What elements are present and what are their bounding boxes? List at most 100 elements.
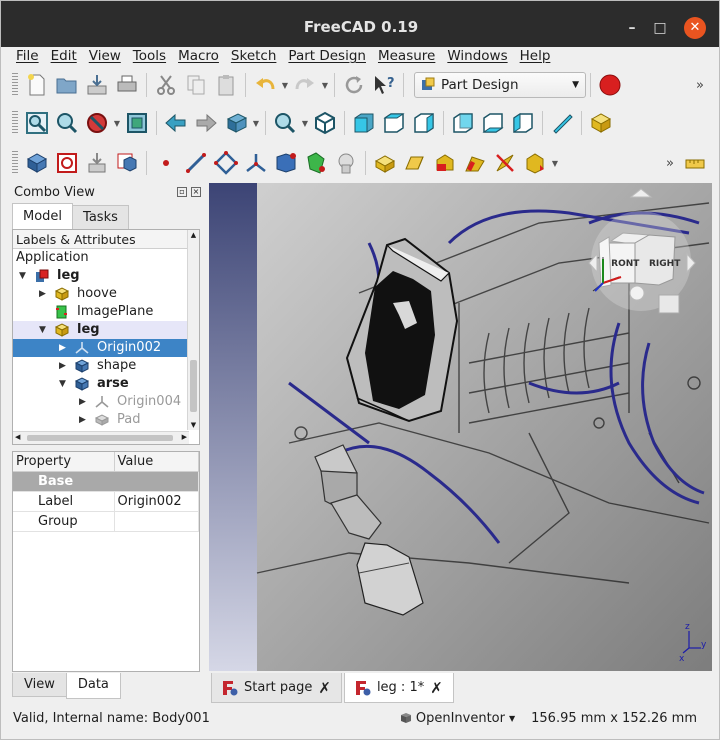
- isometric-icon[interactable]: [310, 108, 340, 138]
- datum-line-icon[interactable]: [181, 148, 211, 178]
- whats-this-icon[interactable]: ?: [369, 70, 399, 100]
- open-icon[interactable]: [52, 70, 82, 100]
- close-tab-icon[interactable]: ✗: [318, 679, 331, 697]
- collapsed-arrow-icon[interactable]: ▶: [39, 285, 46, 303]
- menu-tools[interactable]: Tools: [127, 47, 172, 67]
- copy-icon[interactable]: [181, 70, 211, 100]
- menu-measure[interactable]: Measure: [372, 47, 441, 67]
- property-value[interactable]: [114, 511, 199, 532]
- tab-view[interactable]: View: [12, 673, 67, 697]
- tree-item-leg-part[interactable]: ▼ leg: [13, 321, 199, 339]
- tab-start-page[interactable]: Start page ✗: [211, 673, 342, 703]
- expanded-arrow-icon[interactable]: ▼: [59, 375, 66, 393]
- tree-item-imageplane[interactable]: ImagePlane: [13, 303, 199, 321]
- expanded-arrow-icon[interactable]: ▼: [39, 321, 46, 339]
- zoom-icon[interactable]: [270, 108, 300, 138]
- part-icon[interactable]: [586, 108, 616, 138]
- tab-tasks[interactable]: Tasks: [72, 205, 129, 229]
- redo-dropdown-icon[interactable]: ▼: [320, 81, 330, 90]
- right-view-icon[interactable]: [409, 108, 439, 138]
- scrollbar-thumb[interactable]: [27, 435, 173, 441]
- close-panel-icon[interactable]: ×: [191, 187, 201, 197]
- close-window-button[interactable]: ✕: [684, 17, 706, 39]
- property-row[interactable]: Group: [13, 511, 199, 532]
- measure-linear-icon[interactable]: [680, 148, 710, 178]
- tab-leg-document[interactable]: leg : 1* ✗: [343, 673, 454, 703]
- bottom-view-icon[interactable]: [478, 108, 508, 138]
- tree-item-leg-document[interactable]: ▼ leg: [13, 267, 199, 285]
- bounding-box-icon[interactable]: [122, 108, 152, 138]
- toolbar-grip[interactable]: [12, 73, 18, 97]
- additive-helix-icon[interactable]: [490, 148, 520, 178]
- body-icon[interactable]: [22, 148, 52, 178]
- revolution-icon[interactable]: [400, 148, 430, 178]
- undo-icon[interactable]: [250, 70, 280, 100]
- toolbar-overflow-button[interactable]: »: [660, 156, 680, 171]
- import-icon[interactable]: [82, 70, 112, 100]
- print-icon[interactable]: [112, 70, 142, 100]
- rear-view-icon[interactable]: [448, 108, 478, 138]
- collapsed-arrow-icon[interactable]: ▶: [59, 357, 66, 375]
- property-column-header[interactable]: Property: [13, 452, 115, 472]
- additive-pipe-icon[interactable]: [460, 148, 490, 178]
- tree-item-origin002[interactable]: ▶ Origin002: [13, 339, 199, 357]
- navcube-menu-icon[interactable]: [629, 285, 645, 301]
- tab-data[interactable]: Data: [65, 673, 121, 699]
- navcube-view-menu-icon[interactable]: [658, 294, 680, 314]
- new-document-icon[interactable]: [22, 70, 52, 100]
- measure-icon[interactable]: [547, 108, 577, 138]
- scrollbar-thumb[interactable]: [190, 360, 197, 412]
- tree-item-origin004[interactable]: ▶ Origin004: [13, 393, 199, 411]
- tree-item-shape[interactable]: ▶ shape: [13, 357, 199, 375]
- clone-cs-icon[interactable]: [331, 148, 361, 178]
- undock-icon[interactable]: ▫: [177, 187, 187, 197]
- cut-icon[interactable]: [151, 70, 181, 100]
- menu-file[interactable]: File: [10, 47, 45, 67]
- front-view-icon[interactable]: [349, 108, 379, 138]
- collapsed-arrow-icon[interactable]: ▶: [79, 411, 86, 429]
- additive-loft-icon[interactable]: [430, 148, 460, 178]
- clone-icon[interactable]: [112, 148, 142, 178]
- collapsed-arrow-icon[interactable]: ▶: [59, 339, 66, 357]
- scroll-up-arrow-icon[interactable]: ▲: [188, 230, 199, 240]
- datum-plane-icon[interactable]: [211, 148, 241, 178]
- draw-style-dropdown-icon[interactable]: ▼: [112, 119, 122, 128]
- toolbar-grip[interactable]: [12, 111, 18, 135]
- toolbar-grip[interactable]: [12, 151, 18, 175]
- value-column-header[interactable]: Value: [114, 452, 199, 472]
- menu-sketch[interactable]: Sketch: [225, 47, 282, 67]
- forward-icon[interactable]: [191, 108, 221, 138]
- collapsed-arrow-icon[interactable]: ▶: [79, 393, 86, 411]
- property-group-row[interactable]: Base: [13, 471, 199, 492]
- scroll-left-arrow-icon[interactable]: ◀: [15, 433, 20, 441]
- menu-edit[interactable]: Edit: [45, 47, 83, 67]
- create-sketch-icon[interactable]: [52, 148, 82, 178]
- menu-help[interactable]: Help: [514, 47, 557, 67]
- local-cs-icon[interactable]: [241, 148, 271, 178]
- additive-primitive-dropdown-icon[interactable]: ▼: [550, 159, 560, 168]
- pad-icon[interactable]: [370, 148, 400, 178]
- tree-horizontal-scrollbar[interactable]: ◀ ▶: [13, 431, 189, 444]
- 3d-viewport[interactable]: FRONT RIGHT z y x: [209, 183, 712, 671]
- menu-macro[interactable]: Macro: [172, 47, 225, 67]
- menu-windows[interactable]: Windows: [441, 47, 513, 67]
- undo-dropdown-icon[interactable]: ▼: [280, 81, 290, 90]
- refresh-icon[interactable]: [339, 70, 369, 100]
- sync-view-icon[interactable]: [221, 108, 251, 138]
- sync-view-dropdown-icon[interactable]: ▼: [251, 119, 261, 128]
- draw-style-icon[interactable]: [82, 108, 112, 138]
- scroll-right-arrow-icon[interactable]: ▶: [182, 433, 187, 441]
- record-macro-icon[interactable]: [595, 70, 625, 100]
- fit-all-icon[interactable]: [22, 108, 52, 138]
- navigation-style-selector[interactable]: OpenInventor ▼: [400, 711, 515, 726]
- 3d-scene[interactable]: FRONT RIGHT z y x: [209, 183, 712, 671]
- paste-icon[interactable]: [211, 70, 241, 100]
- back-icon[interactable]: [161, 108, 191, 138]
- top-view-icon[interactable]: [379, 108, 409, 138]
- tree-item-application[interactable]: Application: [13, 249, 199, 267]
- tree-vertical-scrollbar[interactable]: ▲ ▼: [187, 230, 199, 430]
- property-row[interactable]: Label Origin002: [13, 491, 199, 512]
- fit-selection-icon[interactable]: [52, 108, 82, 138]
- expanded-arrow-icon[interactable]: ▼: [19, 267, 26, 285]
- shape-binder-icon[interactable]: [271, 148, 301, 178]
